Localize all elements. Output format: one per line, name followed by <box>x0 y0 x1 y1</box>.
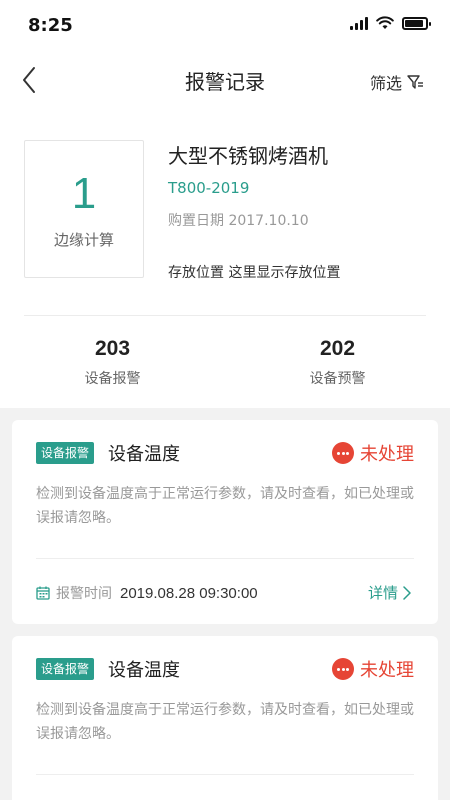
top-section: 8:25 报警记录 筛选 1 边缘计算 大型不锈钢烤酒机 T800-2019 购… <box>0 0 450 408</box>
alarm-type-badge: 设备报警 <box>36 658 95 680</box>
calendar-icon <box>36 586 50 600</box>
alarm-description: 检测到设备温度高于正常运行参数，请及时查看，如已处理或误报请忽略。 <box>36 486 414 526</box>
device-name: 大型不锈钢烤酒机 <box>168 144 328 168</box>
stat-label: 设备报警 <box>84 371 141 387</box>
status-icons <box>350 16 431 30</box>
alarm-title: 设备温度 <box>108 444 180 465</box>
stat-value: 203 <box>94 337 131 360</box>
purchase-date-label: 购置日期 <box>168 213 224 229</box>
stat-label: 设备预警 <box>309 371 366 387</box>
device-model: T800-2019 <box>168 179 250 197</box>
edge-compute-count: 1 <box>71 169 97 218</box>
status-bar: 8:25 <box>0 0 450 52</box>
purchase-date-value: 2017.10.10 <box>228 213 309 229</box>
alarm-card[interactable]: 设备报警 设备温度 未处理 检测到设备温度高于正常运行参数，请及时查看，如已处理… <box>12 420 438 624</box>
edge-compute-label: 边缘计算 <box>53 231 114 249</box>
alarm-status: 未处理 <box>332 656 414 682</box>
stat-device-warnings[interactable]: 202 设备预警 <box>225 336 450 388</box>
alarm-status: 未处理 <box>332 440 414 466</box>
wifi-icon <box>376 16 394 29</box>
storage-location-label: 存放位置 <box>168 265 224 281</box>
storage-location-row: 存放位置 这里显示存放位置 <box>168 262 340 282</box>
filter-button[interactable]: 筛选 <box>370 70 424 94</box>
stat-value: 202 <box>319 337 356 360</box>
chevron-right-icon <box>403 585 411 600</box>
nav-bar: 报警记录 筛选 <box>0 52 450 108</box>
more-dots-icon <box>332 442 354 464</box>
status-time: 8:25 <box>28 15 73 36</box>
divider <box>24 315 426 316</box>
alarm-time-row: 报警时间 2019.08.28 09:30:00 <box>36 583 258 603</box>
edge-compute-box: 1 边缘计算 <box>24 140 144 278</box>
alarm-status-text: 未处理 <box>360 444 414 465</box>
alarm-status-text: 未处理 <box>360 660 414 681</box>
detail-label: 详情 <box>367 584 398 602</box>
purchase-date-row: 购置日期 2017.10.10 <box>168 210 309 230</box>
divider <box>36 558 414 559</box>
more-dots-icon <box>332 658 354 680</box>
signal-icon <box>350 16 368 30</box>
detail-link[interactable]: 详情 <box>368 582 412 603</box>
alarm-time-value: 2019.08.28 09:30:00 <box>120 584 258 602</box>
battery-icon <box>402 16 431 30</box>
alarm-card[interactable]: 设备报警 设备温度 未处理 检测到设备温度高于正常运行参数，请及时查看，如已处理… <box>12 636 438 800</box>
divider <box>36 774 414 775</box>
alarm-time-label: 报警时间 <box>56 586 112 602</box>
alarm-type-badge: 设备报警 <box>36 442 95 464</box>
stat-device-alarms[interactable]: 203 设备报警 <box>0 336 225 388</box>
filter-label: 筛选 <box>369 74 402 93</box>
filter-icon <box>407 75 423 89</box>
alarm-title: 设备温度 <box>108 660 180 681</box>
alarm-description: 检测到设备温度高于正常运行参数，请及时查看，如已处理或误报请忽略。 <box>36 702 414 742</box>
storage-location-value: 这里显示存放位置 <box>228 265 341 281</box>
